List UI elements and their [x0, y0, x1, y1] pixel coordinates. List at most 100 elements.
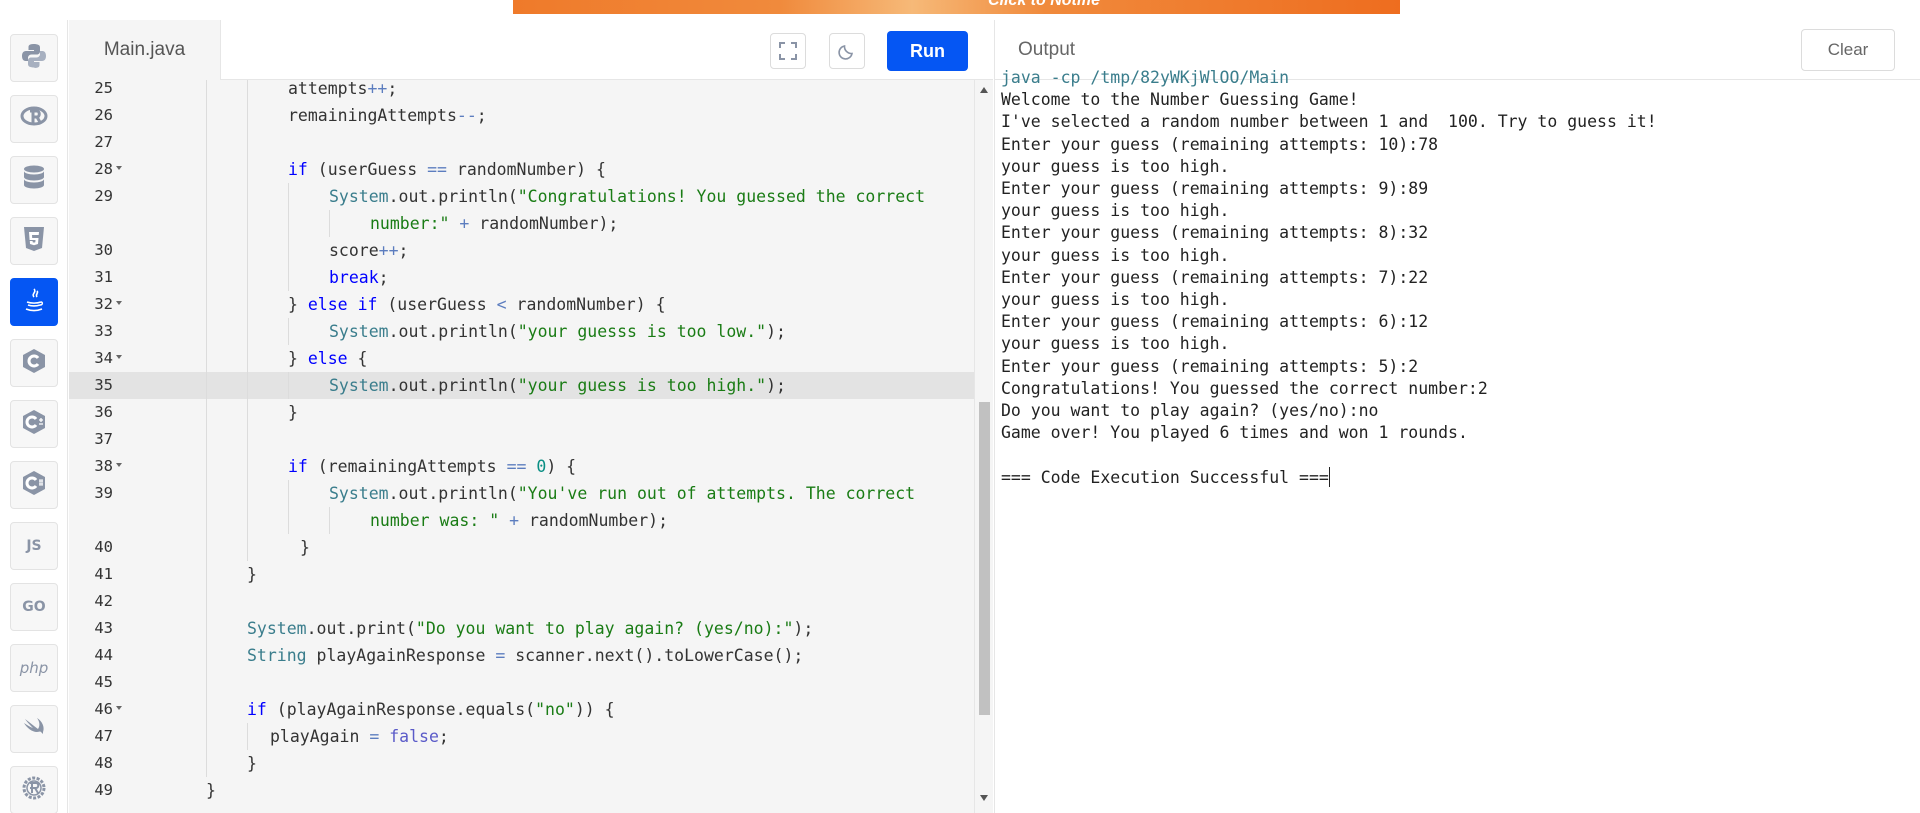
code-line[interactable]: 29 System.out.println("Congratulations! Y… — [69, 183, 975, 210]
code-line[interactable]: number:" + randomNumber); — [69, 210, 975, 237]
code-line[interactable]: 26 remainingAttempts--; — [69, 102, 975, 129]
code-line[interactable]: 45 — [69, 669, 975, 696]
text-cursor — [1328, 466, 1330, 487]
code-text: } — [300, 534, 310, 561]
code-line[interactable]: 42 — [69, 588, 975, 615]
code-line[interactable]: 32} else if (userGuess < randomNumber) { — [69, 291, 975, 318]
fold-arrow-icon[interactable] — [116, 355, 122, 359]
code-line[interactable]: 40} — [69, 534, 975, 561]
output-line-text: your guess is too high. — [1001, 334, 1230, 354]
output-line: Congratulations! You guessed the correct… — [1001, 378, 1488, 400]
line-number: 41 — [94, 565, 113, 583]
language-button-javascript[interactable]: JS — [10, 522, 58, 570]
output-title: Output — [1018, 39, 1076, 60]
editor-scrollbar[interactable] — [974, 80, 993, 813]
fold-arrow-icon[interactable] — [116, 301, 122, 305]
swift-icon — [19, 712, 49, 747]
code-token: ) { — [546, 457, 577, 476]
code-token: ); — [766, 376, 786, 395]
language-button-r[interactable] — [10, 95, 58, 143]
code-token: ; — [387, 80, 398, 98]
code-token: if — [288, 457, 308, 476]
scroll-up-arrow-icon[interactable] — [980, 87, 988, 93]
indent-guide — [206, 561, 207, 588]
banner-ad[interactable]: Click to Notifie — [513, 0, 1400, 14]
indent-guide — [247, 291, 248, 318]
language-button-php[interactable]: php — [10, 644, 58, 692]
fullscreen-button[interactable] — [770, 33, 806, 69]
code-line[interactable]: 49} — [69, 777, 975, 804]
fold-arrow-icon[interactable] — [116, 706, 122, 710]
output-line: your guess is too high. — [1001, 200, 1229, 222]
language-button-java[interactable] — [10, 278, 58, 326]
code-line[interactable]: 35 System.out.println("your guess is too … — [69, 372, 975, 399]
language-button-python[interactable] — [10, 34, 58, 82]
code-line[interactable]: 38 if (remainingAttempts == 0) { — [69, 453, 975, 480]
language-button-go[interactable]: GO — [10, 583, 58, 631]
top-banner: Click to Notifie — [0, 0, 1920, 20]
code-line[interactable]: 34} else { — [69, 345, 975, 372]
code-line[interactable]: 48} — [69, 750, 975, 777]
output-line: Game over! You played 6 times and won 1 … — [1001, 422, 1468, 444]
code-token: false — [389, 727, 439, 746]
code-token: .out.print( — [306, 619, 416, 638]
indent-guide — [247, 345, 248, 372]
output-line-text: Enter your guess (remaining attempts: 9)… — [1001, 179, 1429, 198]
output-console[interactable]: java -cp /tmp/82yWKjWlOO/Main Welcome to … — [994, 68, 1920, 813]
code-text: if (remainingAttempts == 0) { — [288, 453, 576, 480]
code-line[interactable]: 28 if (userGuess == randomNumber) { — [69, 156, 975, 183]
language-button-html5[interactable] — [10, 217, 58, 265]
code-token: .out.println( — [388, 376, 518, 395]
code-token: = — [495, 646, 506, 665]
indent-guide — [247, 102, 248, 129]
fold-arrow-icon[interactable] — [116, 463, 122, 467]
code-token: .out.println( — [388, 484, 518, 503]
language-button-rust[interactable] — [10, 766, 58, 813]
code-line[interactable]: 37 — [69, 426, 975, 453]
output-line-text: Congratulations! You guessed the correct… — [1001, 378, 1488, 398]
language-button-cpp[interactable] — [10, 400, 58, 448]
code-line[interactable]: 44 String playAgainResponse = scanner.nex… — [69, 642, 975, 669]
code-line[interactable]: 43 System.out.print("Do you want to play … — [69, 615, 975, 642]
language-button-c[interactable] — [10, 339, 58, 387]
indent-guide — [288, 480, 289, 507]
code-line[interactable]: 39 System.out.println("You've run out of … — [69, 480, 975, 507]
code-text: if (playAgainResponse.equals("no")) { — [247, 696, 615, 723]
code-line[interactable]: 36} — [69, 399, 975, 426]
theme-toggle-button[interactable] — [829, 33, 865, 69]
scroll-down-arrow-icon[interactable] — [980, 795, 988, 801]
output-line: Do you want to play again? (yes/no):no — [1001, 400, 1379, 422]
file-tab[interactable]: Main.java — [69, 20, 221, 80]
code-line[interactable]: 25 attempts++; — [69, 80, 975, 102]
code-line[interactable]: number was: " + randomNumber); — [69, 507, 975, 534]
language-button-database[interactable] — [10, 156, 58, 204]
code-line[interactable]: 27 — [69, 129, 975, 156]
code-line[interactable]: 47 playAgain = false; — [69, 723, 975, 750]
indent-guide — [206, 102, 207, 129]
code-line[interactable]: 31 break; — [69, 264, 975, 291]
scrollbar-thumb[interactable] — [979, 402, 990, 715]
code-line[interactable]: 30 score++; — [69, 237, 975, 264]
fold-arrow-icon[interactable] — [116, 166, 122, 170]
indent-guide — [247, 237, 248, 264]
code-line[interactable]: 33 System.out.println("your guesss is too… — [69, 318, 975, 345]
code-line[interactable]: 46 if (playAgainResponse.equals("no")) { — [69, 696, 975, 723]
output-line-text: your guess is too high. — [1001, 156, 1230, 176]
code-text: score++; — [329, 237, 408, 264]
code-token: ++ — [367, 80, 388, 98]
line-number: 37 — [94, 430, 113, 448]
indent-guide — [247, 534, 248, 561]
csharp-icon — [19, 468, 49, 503]
code-editor[interactable]: 25 attempts++; 26 remainingAttempts--; 27 28 i… — [69, 80, 993, 813]
indent-guide — [247, 453, 248, 480]
indent-guide — [288, 507, 289, 534]
line-number: 36 — [94, 403, 113, 421]
language-button-swift[interactable] — [10, 705, 58, 753]
run-button[interactable]: Run — [887, 31, 968, 71]
line-number: 45 — [94, 673, 113, 691]
code-line[interactable]: 41} — [69, 561, 975, 588]
clear-button[interactable]: Clear — [1801, 29, 1895, 71]
code-text: System.out.println("your guess is too hi… — [329, 372, 786, 399]
code-token: number:" — [370, 214, 450, 233]
language-button-csharp[interactable] — [10, 461, 58, 509]
